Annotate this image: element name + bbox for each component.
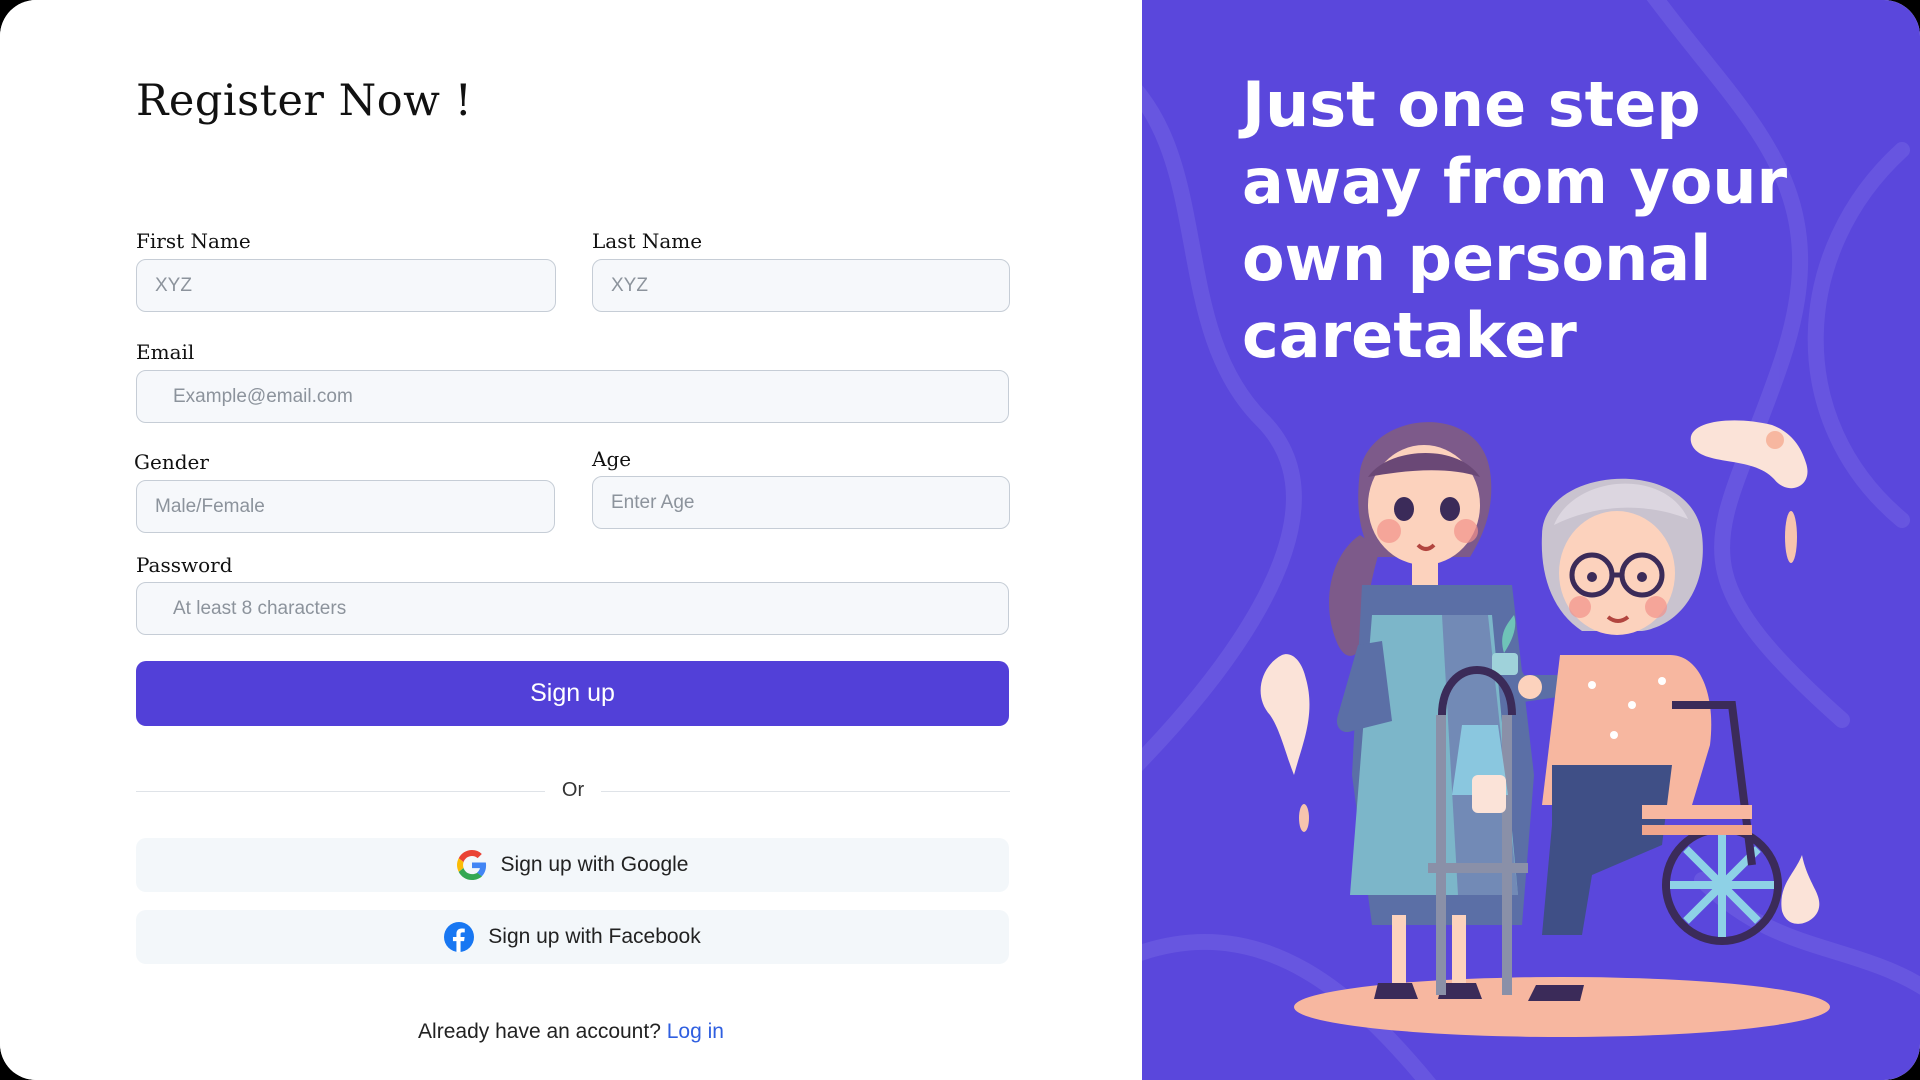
google-signup-button[interactable]: Sign up with Google (136, 838, 1009, 892)
promo-headline: Just one step away from your own persona… (1242, 68, 1788, 372)
first-name-label: First Name (136, 229, 251, 253)
google-icon (456, 850, 487, 880)
app-frame: Register Now ! First Name Last Name Emai… (0, 0, 1920, 1080)
divider-left (136, 791, 545, 792)
google-signup-label: Sign up with Google (500, 853, 689, 876)
promo-panel: Just one step away from your own persona… (1142, 0, 1920, 1080)
last-name-label: Last Name (592, 229, 703, 253)
page-title: Register Now ! (136, 76, 473, 126)
or-divider-text: Or (561, 779, 585, 801)
caretaker-illustration (1260, 420, 1830, 1037)
email-label: Email (136, 340, 195, 364)
registration-form-panel: Register Now ! First Name Last Name Emai… (0, 0, 1142, 1080)
age-field[interactable] (592, 476, 1010, 529)
first-name-field[interactable] (136, 259, 556, 312)
password-label: Password (136, 553, 233, 577)
facebook-signup-button[interactable]: Sign up with Facebook (136, 910, 1009, 964)
email-field[interactable] (136, 370, 1009, 423)
password-field[interactable] (136, 582, 1009, 635)
facebook-icon (444, 922, 475, 952)
age-label: Age (592, 447, 632, 471)
already-account-text: Already have an account? (418, 1020, 661, 1043)
sign-up-button[interactable]: Sign up (136, 661, 1009, 726)
facebook-signup-label: Sign up with Facebook (488, 925, 701, 948)
gender-field[interactable] (136, 480, 555, 533)
last-name-field[interactable] (592, 259, 1010, 312)
gender-label: Gender (134, 450, 209, 474)
log-in-link[interactable]: Log in (667, 1020, 724, 1043)
login-prompt: Already have an account? Log in (0, 1020, 1142, 1044)
divider-right (601, 791, 1010, 792)
